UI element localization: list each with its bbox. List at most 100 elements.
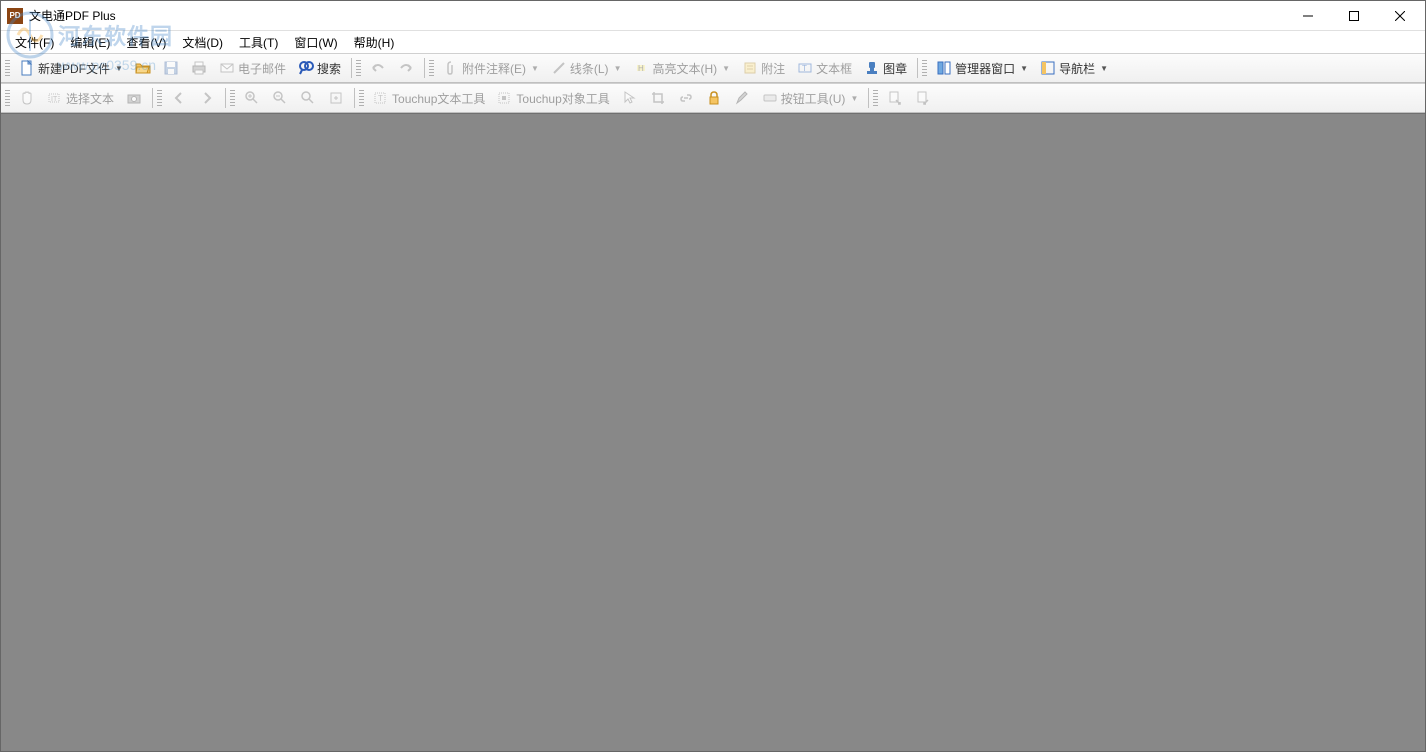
page-extract-icon xyxy=(915,90,931,106)
textbox-label: 文本框 xyxy=(816,60,852,77)
hand-icon xyxy=(19,90,35,106)
email-icon xyxy=(219,60,235,76)
zoom-out-icon xyxy=(272,90,288,106)
nav-bar-button[interactable]: 导航栏 ▼ xyxy=(1035,56,1113,80)
menu-window[interactable]: 窗口(W) xyxy=(286,32,345,53)
new-pdf-button[interactable]: 新建PDF文件 ▼ xyxy=(14,56,128,80)
menu-tools[interactable]: 工具(T) xyxy=(231,32,286,53)
touchup-text-button: T Touchup文本工具 xyxy=(368,86,490,110)
stamp-icon xyxy=(864,60,880,76)
crop-button xyxy=(645,86,671,110)
toolbar-grip[interactable] xyxy=(429,58,434,78)
svg-text:IT: IT xyxy=(51,96,58,103)
search-button[interactable]: 搜索 xyxy=(293,56,346,80)
minimize-button[interactable] xyxy=(1285,1,1331,30)
stamp-button[interactable]: 图章 xyxy=(859,56,912,80)
pen-icon xyxy=(734,90,750,106)
highlight-label: 高亮文本(H) xyxy=(652,60,717,77)
security-button[interactable] xyxy=(701,86,727,110)
hand-tool-button xyxy=(14,86,40,110)
toolbar-grip[interactable] xyxy=(359,88,364,108)
maximize-button[interactable] xyxy=(1331,1,1377,30)
cursor-icon xyxy=(622,90,638,106)
lines-label: 线条(L) xyxy=(570,60,609,77)
svg-text:T: T xyxy=(802,64,807,73)
arrow-right-icon xyxy=(199,90,215,106)
chevron-down-icon: ▼ xyxy=(722,64,730,73)
line-icon xyxy=(551,60,567,76)
chevron-down-icon: ▼ xyxy=(1020,64,1028,73)
toolbar-main: 新建PDF文件 ▼ 电子邮件 搜索 xyxy=(1,53,1425,83)
menubar: 文件(F) 编辑(E) 查看(V) 文档(D) 工具(T) 窗口(W) 帮助(H… xyxy=(1,31,1425,53)
touchup-text-label: Touchup文本工具 xyxy=(392,90,485,107)
link-button xyxy=(673,86,699,110)
lines-button: 线条(L) ▼ xyxy=(546,56,627,80)
select-text-label: 选择文本 xyxy=(66,90,114,107)
highlight-icon: H xyxy=(633,60,649,76)
print-button xyxy=(186,56,212,80)
sign-button xyxy=(729,86,755,110)
chevron-down-icon: ▼ xyxy=(1100,64,1108,73)
search-icon xyxy=(298,60,314,76)
touchup-object-icon xyxy=(497,90,513,106)
chevron-down-icon: ▼ xyxy=(850,94,858,103)
zoom-icon xyxy=(300,90,316,106)
menu-file[interactable]: 文件(F) xyxy=(7,32,62,53)
undo-button xyxy=(365,56,391,80)
folder-open-icon xyxy=(135,60,151,76)
chevron-down-icon: ▼ xyxy=(115,64,123,73)
manager-window-label: 管理器窗口 xyxy=(955,60,1015,77)
menu-edit[interactable]: 编辑(E) xyxy=(62,32,118,53)
textbox-icon: T xyxy=(797,60,813,76)
toolbar-grip[interactable] xyxy=(157,88,162,108)
toolbar-secondary: IT 选择文本 xyxy=(1,83,1425,113)
titlebar: PD 文电通PDF Plus xyxy=(1,1,1425,31)
zoom-button xyxy=(295,86,321,110)
toolbar-grip[interactable] xyxy=(922,58,927,78)
select-text-button: IT 选择文本 xyxy=(42,86,119,110)
menu-document[interactable]: 文档(D) xyxy=(174,32,231,53)
chevron-down-icon: ▼ xyxy=(614,64,622,73)
fit-icon xyxy=(328,90,344,106)
attachment-annot-button: 附件注释(E) ▼ xyxy=(438,56,544,80)
toolbar-grip[interactable] xyxy=(5,58,10,78)
zoom-out-button xyxy=(267,86,293,110)
note-button: 附注 xyxy=(737,56,790,80)
attachment-icon xyxy=(443,60,459,76)
touchup-object-button: Touchup对象工具 xyxy=(492,86,614,110)
toolbar-grip[interactable] xyxy=(356,58,361,78)
save-icon xyxy=(163,60,179,76)
note-label: 附注 xyxy=(761,60,785,77)
touchup-object-label: Touchup对象工具 xyxy=(516,90,609,107)
menu-view[interactable]: 查看(V) xyxy=(118,32,174,53)
menu-help[interactable]: 帮助(H) xyxy=(346,32,403,53)
toolbar-grip[interactable] xyxy=(5,88,10,108)
note-icon xyxy=(742,60,758,76)
prev-page-button xyxy=(166,86,192,110)
email-label: 电子邮件 xyxy=(238,60,286,77)
toolbar-grip[interactable] xyxy=(230,88,235,108)
open-button[interactable] xyxy=(130,56,156,80)
email-button: 电子邮件 xyxy=(214,56,291,80)
nav-bar-label: 导航栏 xyxy=(1059,60,1095,77)
zoom-in-icon xyxy=(244,90,260,106)
search-label: 搜索 xyxy=(317,60,341,77)
textbox-button: T 文本框 xyxy=(792,56,857,80)
button-tool-button: 按钮工具(U) ▼ xyxy=(757,86,864,110)
document-viewport xyxy=(1,113,1425,751)
button-icon xyxy=(762,90,778,106)
save-button xyxy=(158,56,184,80)
fit-page-button xyxy=(323,86,349,110)
touchup-text-icon: T xyxy=(373,90,389,106)
zoom-in-button xyxy=(239,86,265,110)
lock-icon xyxy=(706,90,722,106)
close-button[interactable] xyxy=(1377,1,1423,30)
undo-icon xyxy=(370,60,386,76)
manager-window-button[interactable]: 管理器窗口 ▼ xyxy=(931,56,1033,80)
next-page-button xyxy=(194,86,220,110)
chevron-down-icon: ▼ xyxy=(531,64,539,73)
toolbar-grip[interactable] xyxy=(873,88,878,108)
page-insert-icon xyxy=(887,90,903,106)
insert-page-button xyxy=(882,86,908,110)
highlight-button: H 高亮文本(H) ▼ xyxy=(628,56,735,80)
